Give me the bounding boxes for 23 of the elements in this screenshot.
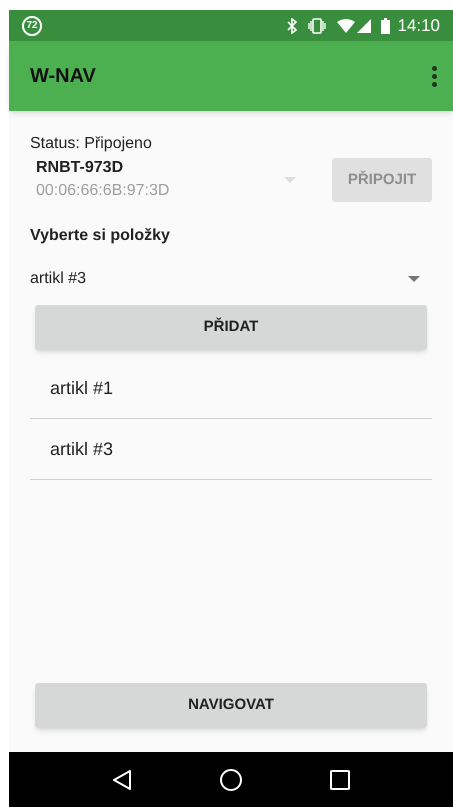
clock: 14:10 xyxy=(397,14,440,37)
connection-status: Status: Připojeno xyxy=(30,134,153,154)
dropdown-arrow-icon xyxy=(284,177,296,183)
back-icon[interactable] xyxy=(112,768,132,790)
vibrate-icon xyxy=(307,18,328,34)
list-item[interactable]: artikl #3 xyxy=(30,419,432,480)
recent-apps-icon[interactable] xyxy=(330,770,350,790)
notification-badge: 72 xyxy=(22,16,42,36)
device-name: RNBT-973D xyxy=(36,158,124,178)
device-dropdown[interactable]: RNBT-973D 00:06:66:6B:97:3D xyxy=(30,157,332,203)
wifi-icon xyxy=(337,18,356,32)
add-button[interactable]: PŘIDAT xyxy=(35,305,427,350)
navigate-button[interactable]: NAVIGOVAT xyxy=(35,683,427,728)
signal-icon xyxy=(357,18,372,32)
device-address: 00:06:66:6B:97:3D xyxy=(36,181,170,201)
home-icon[interactable] xyxy=(218,768,243,792)
app-title: W-NAV xyxy=(30,64,97,89)
dropdown-arrow-icon xyxy=(408,276,420,282)
items-label: Vyberte si položky xyxy=(30,226,171,246)
bluetooth-icon xyxy=(287,18,298,34)
battery-icon xyxy=(381,18,390,34)
item-dropdown[interactable]: artikl #3 xyxy=(30,267,432,291)
list-item[interactable]: artikl #1 xyxy=(30,358,432,419)
